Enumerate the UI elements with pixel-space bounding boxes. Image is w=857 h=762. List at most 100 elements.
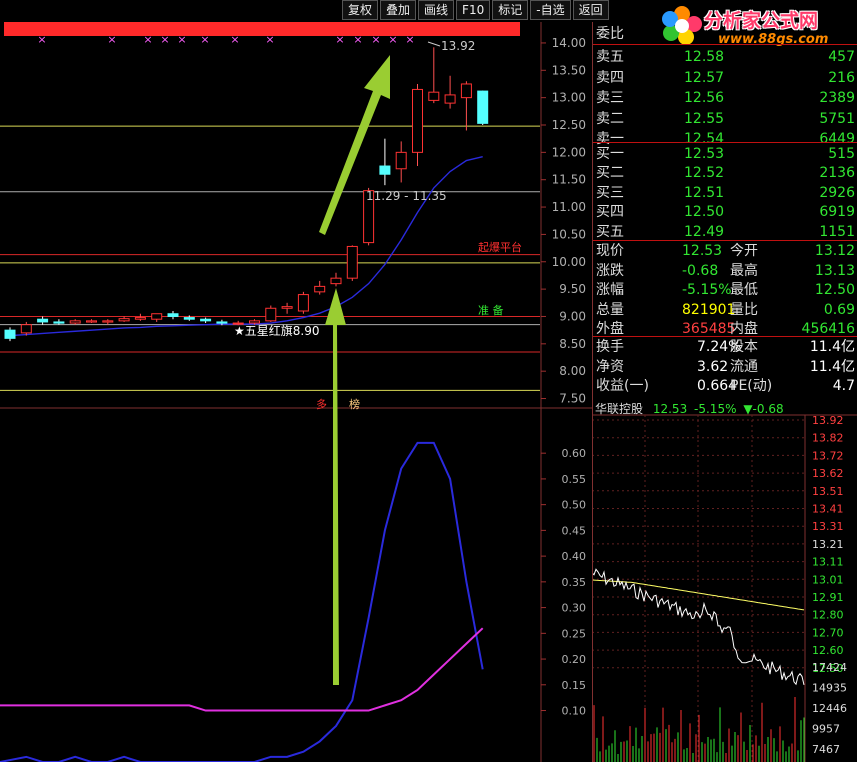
orderbook-row: 收益(一) 0.664 PE(动) 4.7	[594, 376, 857, 396]
orderbook-row: 卖三 12.56 2389	[594, 88, 857, 108]
y-tick-label: 9.50	[559, 282, 586, 296]
candle-body	[395, 151, 407, 170]
intraday-chart: 13.92 13.82 13.72 13.62 13.51 13.41 13.31 13.21…	[592, 414, 857, 762]
stat-label: PE(动)	[730, 378, 773, 395]
mini-price-tick: 13.92	[812, 414, 844, 427]
signal-mark: ×	[265, 33, 274, 46]
orderbook-row: 现价 12.53 今开 13.12	[594, 241, 857, 261]
ind-tick-label: 0.10	[562, 705, 587, 718]
orderbook-separator	[592, 240, 857, 241]
signal-mark: ×	[405, 33, 414, 46]
mini-price-tick: 12.80	[812, 609, 844, 622]
candle	[379, 138, 391, 186]
candle	[460, 81, 472, 131]
orderbook-row: 买一 12.53 515	[594, 144, 857, 164]
candle-body	[428, 91, 440, 101]
candle	[4, 327, 16, 342]
bottom-mark-1: 多	[316, 397, 327, 411]
stat-value: 0.69	[823, 301, 855, 318]
candle-body	[102, 320, 114, 323]
candle	[477, 90, 489, 125]
candle-body	[183, 317, 195, 320]
mini-price-tick: 13.01	[812, 573, 844, 586]
y-tick-label: 12.50	[552, 118, 586, 132]
sell-label: 卖二	[596, 110, 624, 127]
ind-tick-label: 0.25	[562, 627, 587, 640]
buy-volume: 6919	[819, 204, 855, 221]
candle-body	[134, 317, 146, 320]
mini-price-tick: 13.41	[812, 503, 844, 516]
candle-body	[86, 320, 97, 323]
orderbook-separator	[592, 336, 857, 337]
candle	[346, 245, 358, 281]
buy-price: 12.51	[684, 184, 725, 201]
stat-value: 4.7	[832, 378, 855, 395]
star-label: ★五星红旗8.90	[234, 323, 319, 338]
sell-volume: 2389	[819, 90, 855, 107]
candle	[118, 316, 130, 322]
candle	[330, 272, 342, 287]
orderbook-row: 卖四 12.57 216	[594, 68, 857, 88]
stat-value: 12.53	[682, 243, 723, 259]
ind-tick-label: 0.15	[562, 679, 587, 692]
orderbook-separator	[592, 142, 857, 143]
buy-price: 12.53	[684, 146, 725, 162]
ind-tick-label: 0.50	[562, 499, 587, 512]
buy-price: 12.49	[684, 223, 725, 240]
orderbook-left-border	[592, 22, 593, 762]
buy-label: 买二	[596, 165, 624, 182]
candle	[297, 291, 309, 314]
buy-label: 买三	[596, 184, 624, 201]
mini-volume-tick: 7467	[812, 743, 840, 756]
candle	[134, 313, 146, 321]
signal-mark: ×	[37, 33, 46, 46]
high-label: 13.92	[441, 39, 475, 53]
candle-body	[297, 294, 309, 312]
candle	[314, 280, 326, 295]
ind-tick-label: 0.35	[562, 576, 587, 589]
stat-label: 涨幅	[596, 282, 624, 299]
stat-label: 换手	[596, 339, 624, 355]
y-tick-label: 9.00	[559, 309, 586, 323]
buy-volume: 1151	[819, 223, 855, 240]
sell-label: 卖四	[596, 69, 624, 86]
high-label-leader	[427, 41, 441, 47]
stat-label: 流通	[730, 358, 758, 375]
candle	[53, 319, 65, 325]
orderbook-row: 涨跌 -0.68 最高 13.13	[594, 261, 857, 281]
candle-body	[4, 329, 16, 339]
candle-body	[330, 277, 342, 285]
sell-label: 卖五	[596, 49, 624, 65]
sell-volume: 457	[828, 49, 855, 65]
weibi-label: 委比	[596, 26, 624, 42]
candle-body	[53, 321, 65, 324]
mini-price-tick: 12.70	[812, 626, 844, 639]
y-tick-label: 7.50	[559, 392, 586, 406]
candle-body	[151, 313, 163, 320]
y-tick-label: 8.00	[559, 364, 586, 378]
candle-body	[118, 318, 130, 322]
indicator-line-0	[0, 441, 484, 762]
ind-tick-label: 0.40	[562, 550, 587, 563]
stat-value: -0.68	[682, 262, 719, 279]
candle-body	[412, 88, 423, 153]
mini-volume-tick: 12446	[812, 702, 847, 715]
orderbook-row: 涨幅 -5.15% 最低 12.50	[594, 280, 857, 300]
candle	[69, 319, 81, 325]
stat-label: 今开	[730, 243, 758, 259]
candle	[151, 313, 163, 322]
candle	[428, 47, 440, 104]
candle-body	[200, 318, 212, 322]
stat-label: 量比	[730, 301, 758, 318]
mini-price-tick: 13.21	[812, 538, 844, 551]
signal-mark: ×	[200, 33, 209, 46]
up-arrow-vertical	[325, 288, 346, 685]
candle-body	[249, 320, 260, 324]
candle-body	[20, 324, 32, 334]
candle-body	[346, 245, 358, 279]
candle	[20, 321, 32, 336]
breakout-label: 起爆平台	[478, 240, 522, 254]
mini-price-tick: 13.72	[812, 449, 844, 462]
sell-price: 12.58	[684, 49, 725, 65]
signal-mark: ×	[335, 33, 344, 46]
